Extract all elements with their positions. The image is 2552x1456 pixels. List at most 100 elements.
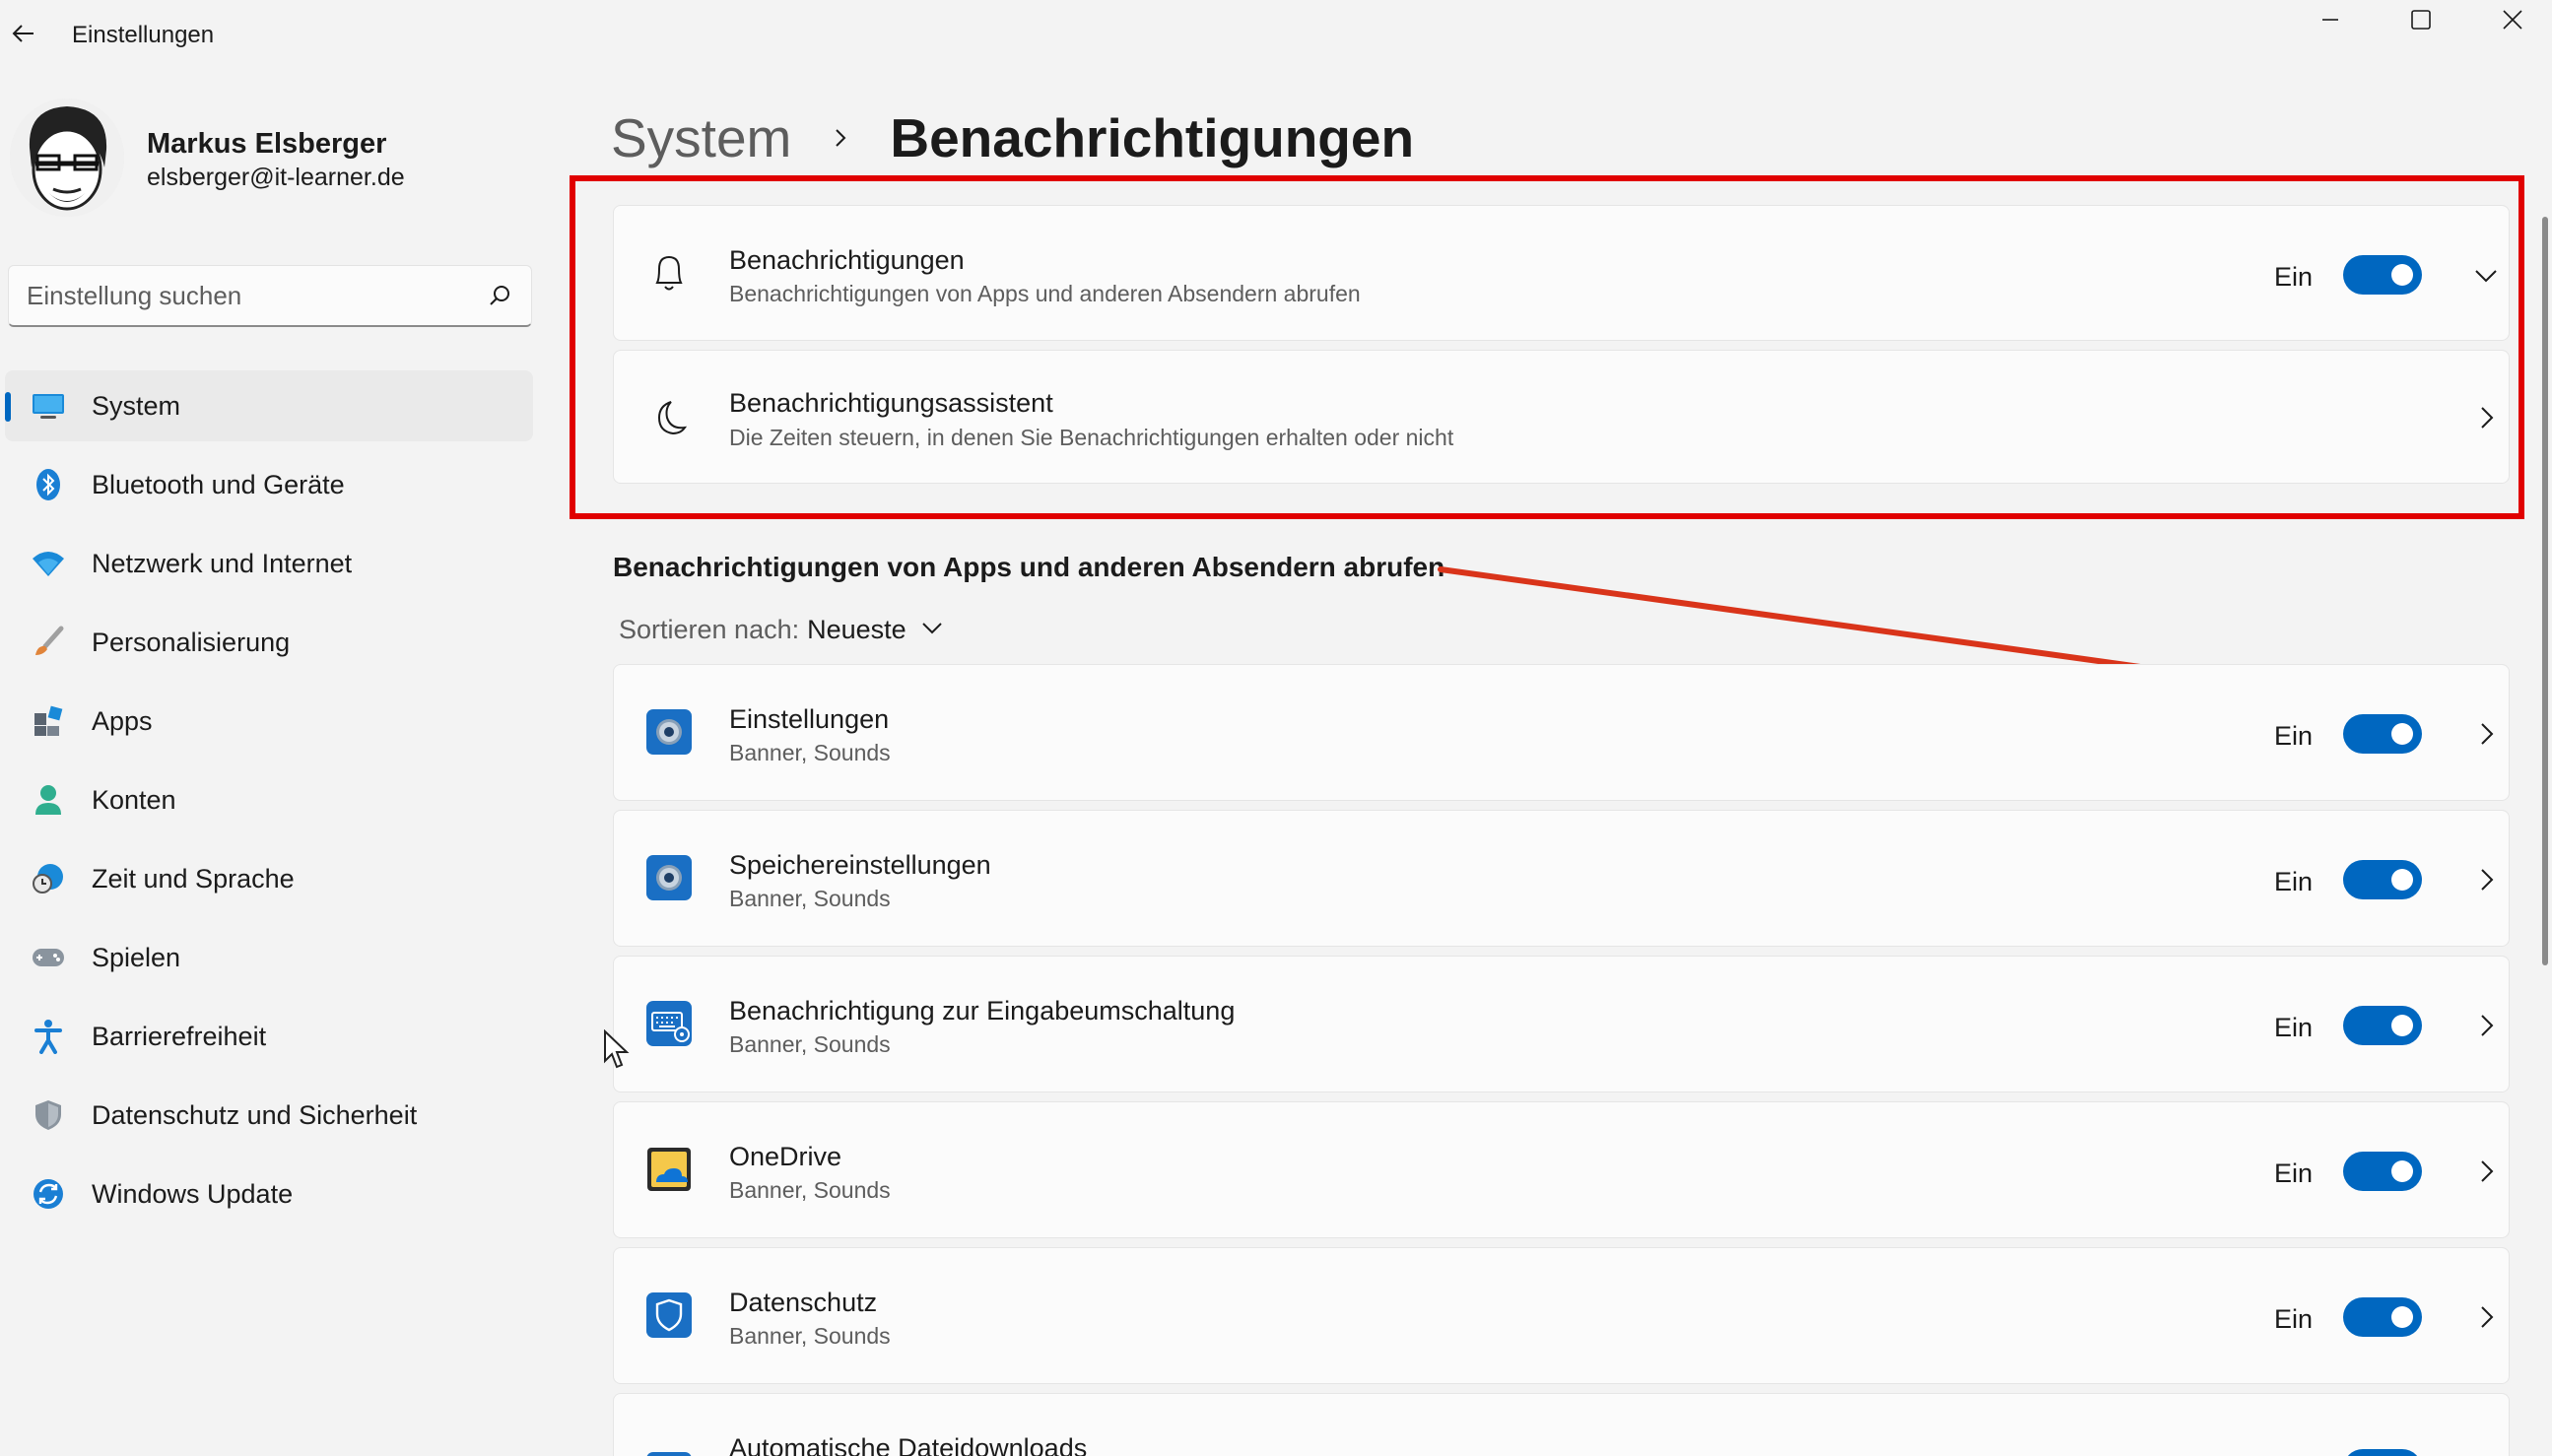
sidebar-item-system[interactable]: System bbox=[5, 370, 533, 441]
bluetooth-icon bbox=[29, 465, 68, 504]
sidebar-item-network[interactable]: Netzwerk und Internet bbox=[5, 528, 533, 599]
update-icon bbox=[29, 1174, 68, 1214]
title-bar: Einstellungen bbox=[0, 0, 2552, 71]
minimize-button[interactable] bbox=[2286, 0, 2375, 39]
app-toggle-speichereinstellungen[interactable] bbox=[2343, 860, 2422, 899]
avatar bbox=[10, 99, 124, 217]
user-email: elsberger@it-learner.de bbox=[147, 164, 405, 191]
chevron-right-icon[interactable] bbox=[2466, 714, 2506, 754]
sidebar-item-label: System bbox=[92, 390, 181, 421]
app-name: Benachrichtigung zur Eingabeumschaltung bbox=[729, 996, 1236, 1026]
privacy-shield-icon bbox=[643, 1290, 695, 1341]
accessibility-icon bbox=[29, 1017, 68, 1056]
sidebar-item-accessibility[interactable]: Barrierefreiheit bbox=[5, 1001, 533, 1072]
sidebar-item-apps[interactable]: Apps bbox=[5, 686, 533, 757]
scrollbar[interactable] bbox=[2542, 217, 2548, 965]
sidebar-item-time-language[interactable]: Zeit und Sprache bbox=[5, 843, 533, 914]
sidebar-item-label: Zeit und Sprache bbox=[92, 863, 295, 893]
app-detail: Banner, Sounds bbox=[729, 740, 891, 765]
keyboard-settings-icon bbox=[643, 998, 695, 1049]
app-name: Automatische Dateidownloads bbox=[729, 1433, 1088, 1456]
chevron-right-icon[interactable] bbox=[2466, 860, 2506, 899]
apps-icon bbox=[29, 701, 68, 741]
avatar-portrait-icon bbox=[10, 99, 124, 217]
sidebar-item-label: Windows Update bbox=[92, 1178, 294, 1209]
toggle-state-label: Ein bbox=[2274, 1013, 2314, 1042]
settings-gear-icon bbox=[643, 706, 695, 758]
app-toggle-onedrive[interactable] bbox=[2343, 1152, 2422, 1191]
back-button[interactable] bbox=[2, 12, 45, 55]
toggle-state-label: Ein bbox=[2274, 721, 2314, 751]
settings-window: Einstellungen Markus Elsberger elsberger… bbox=[0, 0, 2552, 1456]
user-profile[interactable]: Markus Elsberger elsberger@it-learner.de bbox=[10, 99, 562, 222]
storage-settings-icon bbox=[643, 852, 695, 903]
close-button[interactable] bbox=[2468, 0, 2552, 39]
sidebar-item-label: Apps bbox=[92, 705, 153, 736]
shield-icon bbox=[29, 1095, 68, 1135]
app-detail: Banner, Sounds bbox=[729, 1177, 891, 1203]
chevron-right-icon[interactable] bbox=[2466, 1152, 2506, 1191]
minimize-icon bbox=[2322, 19, 2338, 21]
sidebar-item-label: Bluetooth und Geräte bbox=[92, 469, 345, 499]
app-row-speichereinstellungen[interactable]: Speichereinstellungen Banner, Sounds Ein bbox=[613, 810, 2510, 947]
mouse-cursor-icon bbox=[604, 1029, 630, 1069]
back-arrow-icon bbox=[12, 25, 34, 42]
sidebar-item-label: Personalisierung bbox=[92, 627, 291, 657]
app-row-dateidownloads[interactable]: Automatische Dateidownloads bbox=[613, 1393, 2510, 1456]
chevron-right-icon[interactable] bbox=[2466, 1006, 2506, 1045]
app-detail: Banner, Sounds bbox=[729, 1031, 891, 1057]
sidebar-item-gaming[interactable]: Spielen bbox=[5, 922, 533, 993]
app-row-einstellungen[interactable]: Einstellungen Banner, Sounds Ein bbox=[613, 664, 2510, 801]
toggle-state-label: Ein bbox=[2274, 1304, 2314, 1334]
app-toggle-dateidownloads[interactable] bbox=[2343, 1449, 2422, 1456]
search-box[interactable] bbox=[8, 265, 532, 327]
onedrive-icon bbox=[643, 1144, 695, 1195]
sidebar-item-label: Netzwerk und Internet bbox=[92, 548, 353, 578]
sort-label: Sortieren nach: bbox=[619, 615, 800, 644]
clock-globe-icon bbox=[29, 859, 68, 898]
apps-section-title: Benachrichtigungen von Apps und anderen … bbox=[613, 552, 1445, 582]
download-icon bbox=[643, 1435, 695, 1456]
app-row-eingabeumschaltung[interactable]: Benachrichtigung zur Eingabeumschaltung … bbox=[613, 956, 2510, 1092]
sidebar-item-label: Spielen bbox=[92, 942, 181, 972]
wifi-icon bbox=[29, 544, 68, 583]
search-icon[interactable] bbox=[486, 282, 513, 309]
brush-icon bbox=[29, 623, 68, 662]
sidebar-item-accounts[interactable]: Konten bbox=[5, 764, 533, 835]
sidebar-item-label: Konten bbox=[92, 784, 176, 815]
highlight-frame bbox=[570, 175, 2524, 519]
sidebar-item-privacy-security[interactable]: Datenschutz und Sicherheit bbox=[5, 1080, 533, 1151]
page-title: Benachrichtigungen bbox=[890, 107, 1415, 168]
person-icon bbox=[29, 780, 68, 820]
sidebar-item-personalization[interactable]: Personalisierung bbox=[5, 607, 533, 678]
app-name: Datenschutz bbox=[729, 1288, 878, 1317]
close-icon bbox=[2503, 10, 2522, 30]
toggle-state-label: Ein bbox=[2274, 1158, 2314, 1188]
sidebar-nav: System Bluetooth und Geräte Netzwerk und… bbox=[5, 370, 533, 1237]
app-detail: Banner, Sounds bbox=[729, 886, 891, 911]
app-name: Speichereinstellungen bbox=[729, 850, 991, 880]
sidebar-item-label: Barrierefreiheit bbox=[92, 1021, 267, 1051]
chevron-right-icon bbox=[811, 108, 870, 167]
user-name: Markus Elsberger bbox=[147, 128, 387, 160]
app-row-datenschutz[interactable]: Datenschutz Banner, Sounds Ein bbox=[613, 1247, 2510, 1384]
search-input[interactable] bbox=[27, 280, 486, 311]
breadcrumb: System Benachrichtigungen bbox=[611, 99, 1414, 177]
sidebar-item-label: Datenschutz und Sicherheit bbox=[92, 1099, 418, 1130]
app-row-onedrive[interactable]: OneDrive Banner, Sounds Ein bbox=[613, 1101, 2510, 1238]
sort-dropdown[interactable]: Sortieren nach: Neueste bbox=[619, 615, 944, 645]
app-toggle-datenschutz[interactable] bbox=[2343, 1297, 2422, 1337]
chevron-right-icon[interactable] bbox=[2466, 1297, 2506, 1337]
app-name: Einstellungen bbox=[729, 704, 890, 734]
sidebar-item-windows-update[interactable]: Windows Update bbox=[5, 1158, 533, 1229]
app-toggle-einstellungen[interactable] bbox=[2343, 714, 2422, 754]
sidebar-item-bluetooth[interactable]: Bluetooth und Geräte bbox=[5, 449, 533, 520]
chevron-down-icon[interactable] bbox=[920, 618, 944, 642]
gamepad-icon bbox=[29, 938, 68, 977]
app-toggle-eingabeumschaltung[interactable] bbox=[2343, 1006, 2422, 1045]
breadcrumb-parent[interactable]: System bbox=[611, 106, 791, 169]
sort-value[interactable]: Neueste bbox=[807, 615, 907, 645]
toggle-state-label: Ein bbox=[2274, 867, 2314, 896]
maximize-icon bbox=[2411, 10, 2431, 30]
maximize-button[interactable] bbox=[2377, 0, 2465, 39]
